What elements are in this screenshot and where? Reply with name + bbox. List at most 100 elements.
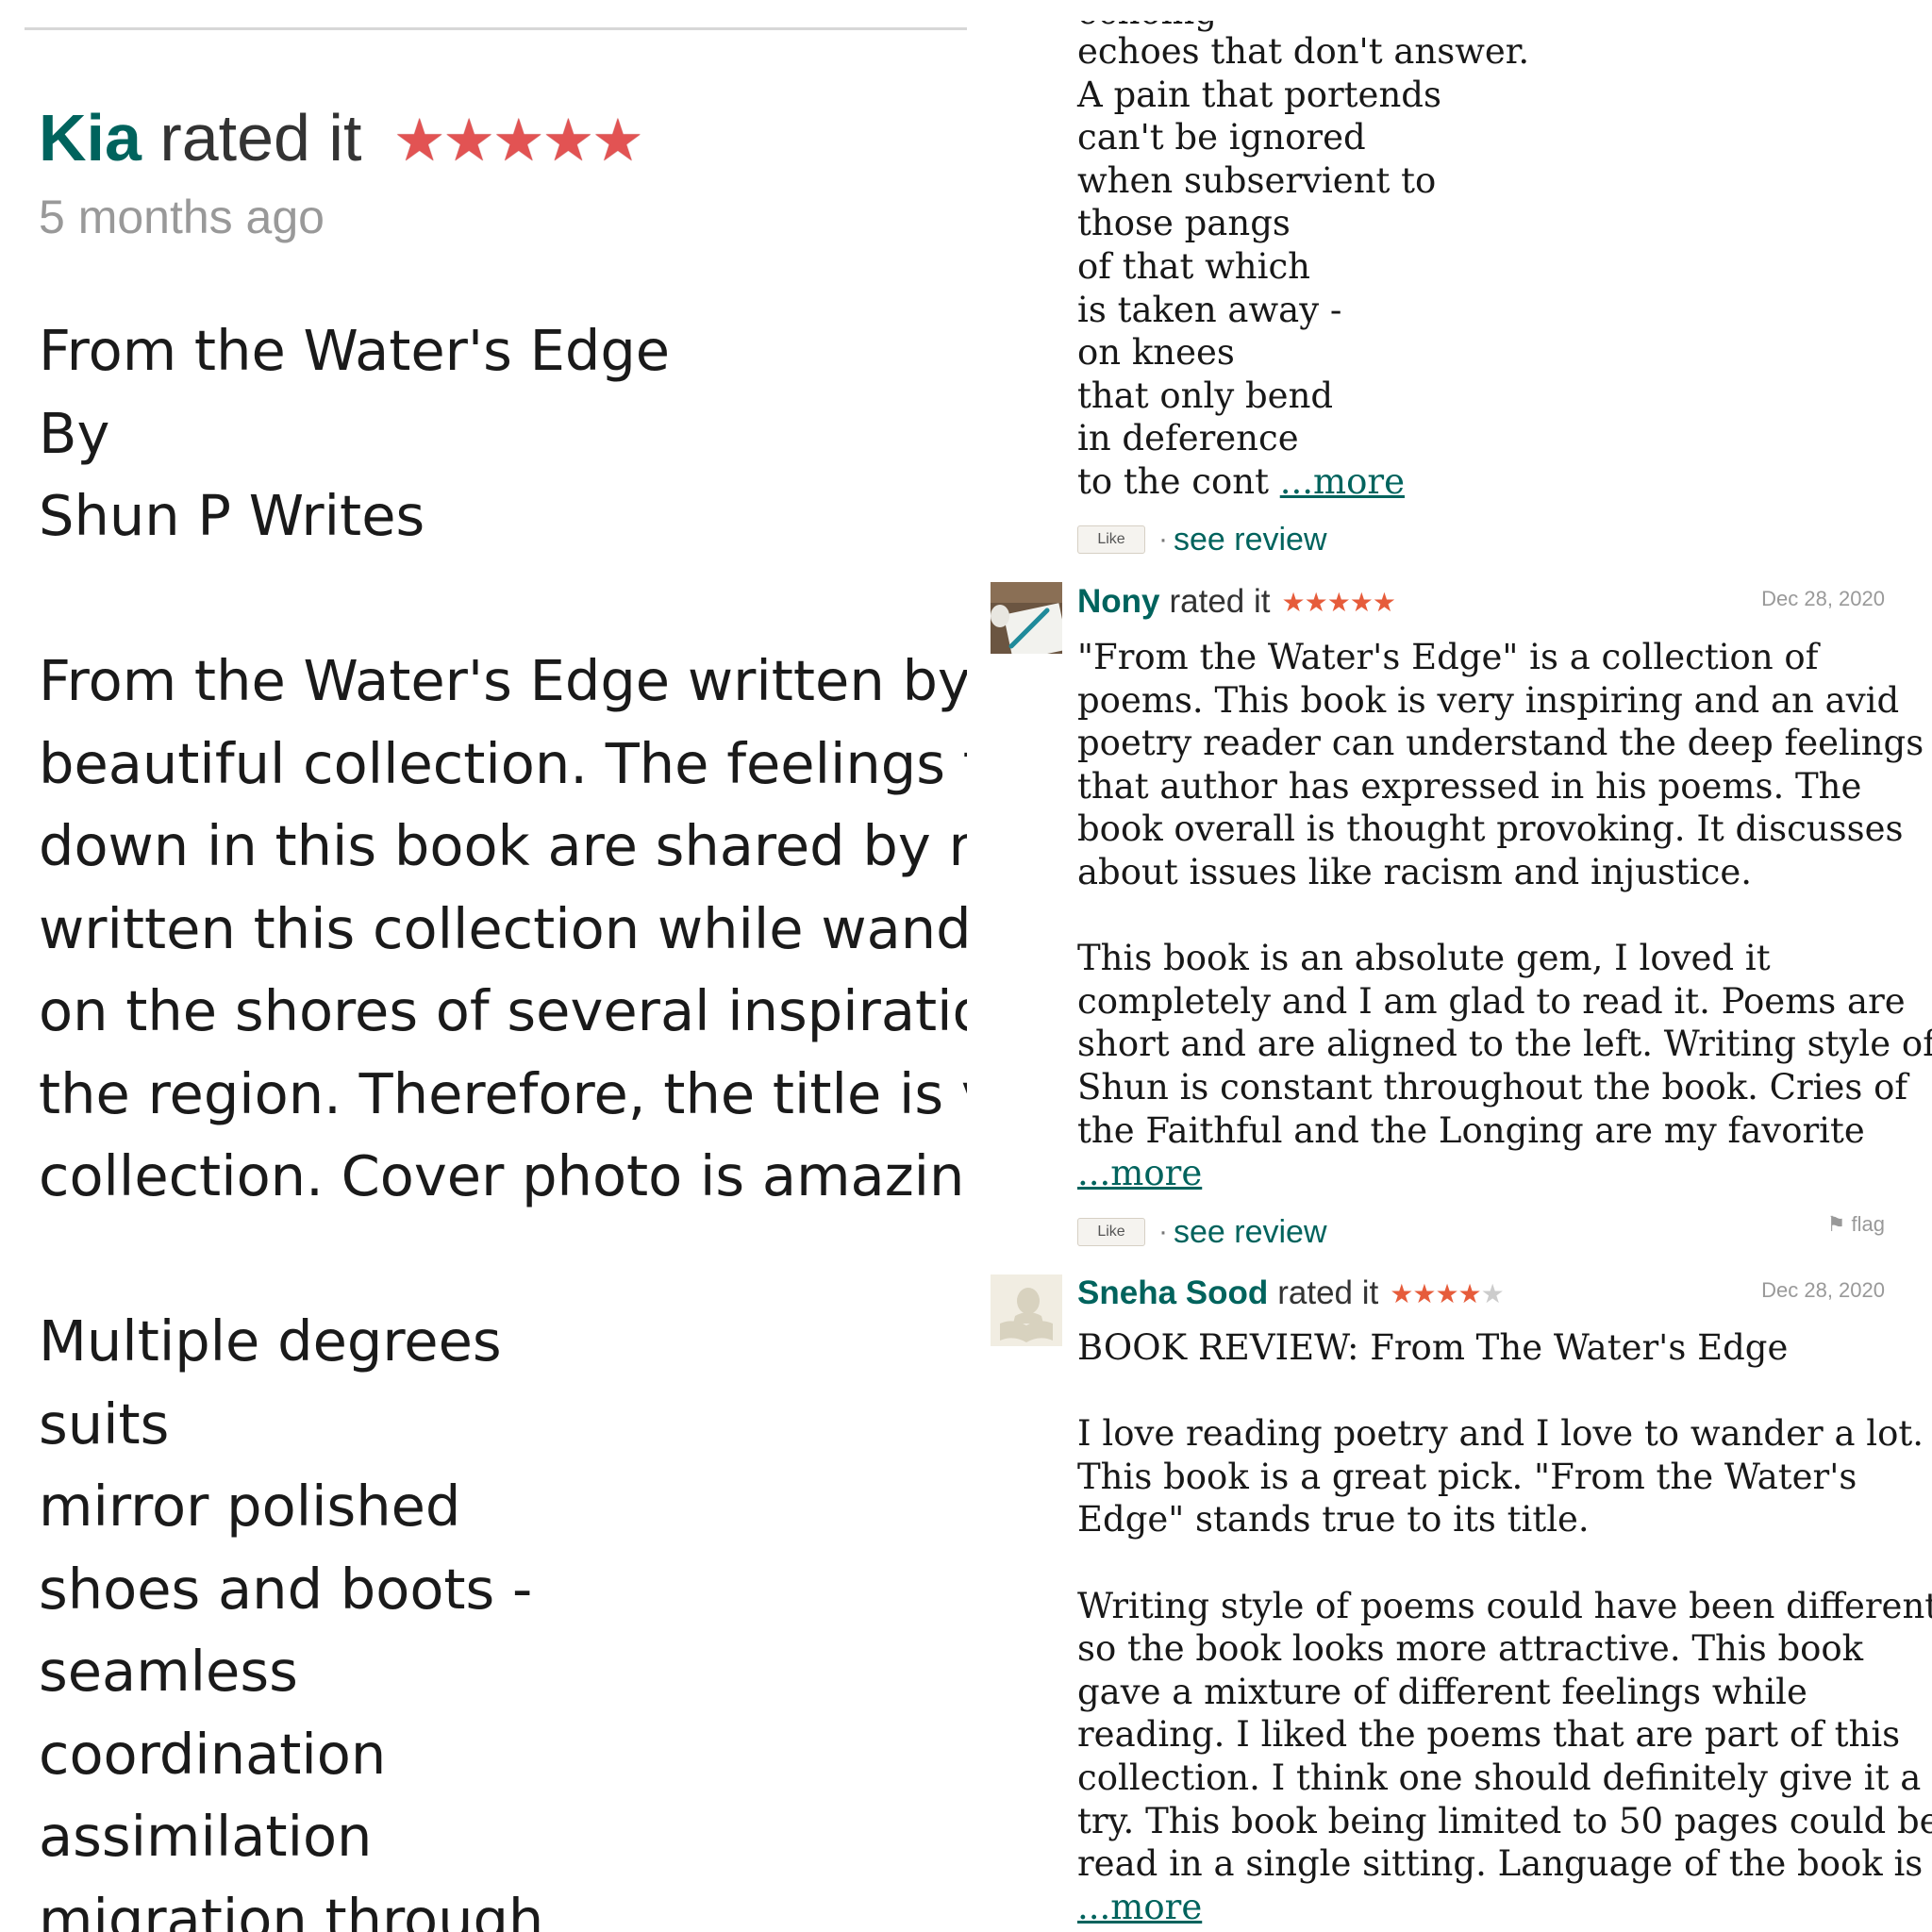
- review-line: "From the Water's Edge" is a collection …: [1077, 637, 1819, 677]
- review-line: collection. I think one should definitel…: [1077, 1757, 1922, 1798]
- review-line: in deference: [1077, 418, 1299, 459]
- review-actions: Like · see review: [1077, 1213, 1327, 1251]
- review-line: the Faithful and the Longing are my favo…: [1077, 1109, 1865, 1151]
- flag-label: flag: [1851, 1212, 1885, 1236]
- review-line: I love reading poetry and I love to wand…: [1077, 1413, 1924, 1455]
- desktop-reviews-panel: echoing echoes that don't answer. A pain…: [967, 0, 1932, 1932]
- review-line: [39, 558, 967, 641]
- review-line: Writing style of poems could have been d…: [1077, 1585, 1932, 1626]
- review-line: when subservient to: [1077, 159, 1437, 201]
- review-line-text: to the cont: [1077, 460, 1269, 502]
- review-line: From the Water's Edge: [39, 318, 671, 383]
- review-line: [1077, 1541, 1926, 1585]
- review-line: the region. Therefore, the title is ve: [39, 1060, 967, 1126]
- avatar[interactable]: [991, 582, 1062, 654]
- review-line: Multiple degrees: [39, 1308, 502, 1374]
- review-line: ...more: [1077, 1152, 1926, 1195]
- separator-dot: ·: [1158, 524, 1168, 555]
- notebook-pen-avatar-icon: [991, 582, 1062, 654]
- review-line: is taken away -: [1077, 289, 1342, 330]
- review-line: those pangs: [1077, 203, 1291, 244]
- review-line: [1077, 1370, 1926, 1413]
- review-line: collection. Cover photo is amazing: [39, 1143, 967, 1208]
- default-reader-avatar-icon: [991, 1274, 1062, 1346]
- review-line: reading. I liked the poems that are part…: [1077, 1714, 1901, 1756]
- review-line: suits: [39, 1391, 170, 1457]
- review-line: of that which: [1077, 245, 1311, 287]
- review-line: From the Water's Edge written by S: [39, 648, 967, 713]
- divider: [25, 27, 967, 30]
- review-line: Shun is constant throughout the book. Cr…: [1077, 1066, 1908, 1108]
- review-line: book overall is thought provoking. It di…: [1077, 808, 1904, 850]
- review-line: poetry reader can understand the deep fe…: [1077, 723, 1924, 764]
- like-button[interactable]: Like: [1077, 525, 1145, 554]
- review-line: Edge" stands true to its title.: [1077, 1499, 1590, 1541]
- review-line: This book is a great pick. "From the Wat…: [1077, 1456, 1857, 1497]
- review-line: ...more: [1077, 1886, 1926, 1929]
- review-line: that only bend: [1077, 375, 1334, 416]
- rated-it-label: rated it: [159, 101, 362, 175]
- rated-it-label: rated it: [1169, 583, 1271, 620]
- empty-star: ★: [1480, 1278, 1505, 1308]
- review-line: Shun P Writes: [39, 483, 425, 548]
- review-line: assimilation: [39, 1804, 373, 1869]
- reviewer-name-link[interactable]: Kia: [39, 101, 142, 175]
- review-line: migration through: [39, 1886, 544, 1932]
- review-line: on the shores of several inspiratio: [39, 978, 967, 1043]
- more-link[interactable]: ...more: [1077, 1153, 1202, 1193]
- review-line: beautiful collection. The feelings t: [39, 730, 967, 796]
- review-line: completely and I am glad to read it. Poe…: [1077, 980, 1906, 1022]
- review-line: written this collection while wande: [39, 895, 967, 961]
- review-line: coordination: [39, 1721, 387, 1787]
- review-line: echoes that don't answer.: [1077, 31, 1530, 72]
- review-line: echoing: [1077, 0, 1218, 32]
- first-review-text: echoing echoes that don't answer. A pain…: [1077, 21, 1530, 504]
- review-line: gave a mixture of different feelings whi…: [1077, 1671, 1807, 1712]
- review-line: so the book looks more attractive. This …: [1077, 1628, 1864, 1670]
- review-header: Sneha Sood rated it ★★★★★: [1077, 1270, 1505, 1317]
- review-line: poems. This book is very inspiring and a…: [1077, 679, 1900, 721]
- review-line: short and are aligned to the left. Writi…: [1077, 1024, 1932, 1065]
- review-line: [1077, 894, 1926, 938]
- review-date: Dec 28, 2020: [1761, 1278, 1885, 1302]
- review-line: that author has expressed in his poems. …: [1077, 765, 1862, 807]
- flag-button[interactable]: ⚑ flag: [1827, 1212, 1885, 1237]
- review-line: shoes and boots -: [39, 1556, 533, 1622]
- avatar[interactable]: [991, 1274, 1062, 1346]
- review-date: Dec 28, 2020: [1761, 587, 1885, 610]
- star-rating: ★★★★★: [392, 108, 644, 174]
- review-line: can't be ignored: [1077, 117, 1366, 158]
- review-line: on knees: [1077, 332, 1235, 374]
- filled-stars: ★★★★: [1390, 1278, 1481, 1308]
- review-line: to the cont ...more: [1077, 460, 1529, 504]
- mobile-review-panel: Kia rated it ★★★★★ 5 months ago From the…: [0, 0, 967, 1932]
- review-header: Kia rated it ★★★★★: [39, 92, 644, 187]
- rated-it-label: rated it: [1277, 1274, 1379, 1311]
- separator-dot: ·: [1158, 1216, 1168, 1247]
- reviewer-name-link[interactable]: Nony: [1077, 583, 1160, 621]
- review-body: From the Water's Edge By Shun P Writes F…: [39, 309, 967, 1932]
- review-line: By: [39, 400, 110, 466]
- review-line: down in this book are shared by m: [39, 813, 967, 878]
- review-line: This book is an absolute gem, I loved it: [1077, 938, 1771, 979]
- review-line: about issues like racism and injustice.: [1077, 851, 1753, 892]
- star-rating: ★★★★★: [1281, 587, 1397, 617]
- review-line: [39, 1218, 967, 1301]
- reviewer-name-link[interactable]: Sneha Sood: [1077, 1274, 1268, 1312]
- review-header: Nony rated it ★★★★★: [1077, 578, 1397, 625]
- more-link[interactable]: ...more: [1077, 1887, 1202, 1927]
- star-rating: ★★★★★: [1390, 1278, 1505, 1309]
- see-review-link[interactable]: see review: [1174, 522, 1327, 558]
- review-line: BOOK REVIEW: From The Water's Edge: [1077, 1327, 1789, 1368]
- review-time: 5 months ago: [39, 191, 325, 243]
- review-actions: Like · see review: [1077, 521, 1327, 558]
- review-line: seamless: [39, 1639, 298, 1704]
- review-line: mirror polished: [39, 1474, 461, 1539]
- review-body: "From the Water's Edge" is a collection …: [1077, 636, 1932, 1195]
- see-review-link[interactable]: see review: [1174, 1214, 1327, 1251]
- more-link[interactable]: ...more: [1280, 461, 1405, 502]
- review-line: A pain that portends: [1077, 74, 1441, 115]
- review-body: BOOK REVIEW: From The Water's Edge I lov…: [1077, 1326, 1932, 1929]
- flag-icon: ⚑: [1826, 1212, 1846, 1236]
- like-button[interactable]: Like: [1077, 1218, 1145, 1246]
